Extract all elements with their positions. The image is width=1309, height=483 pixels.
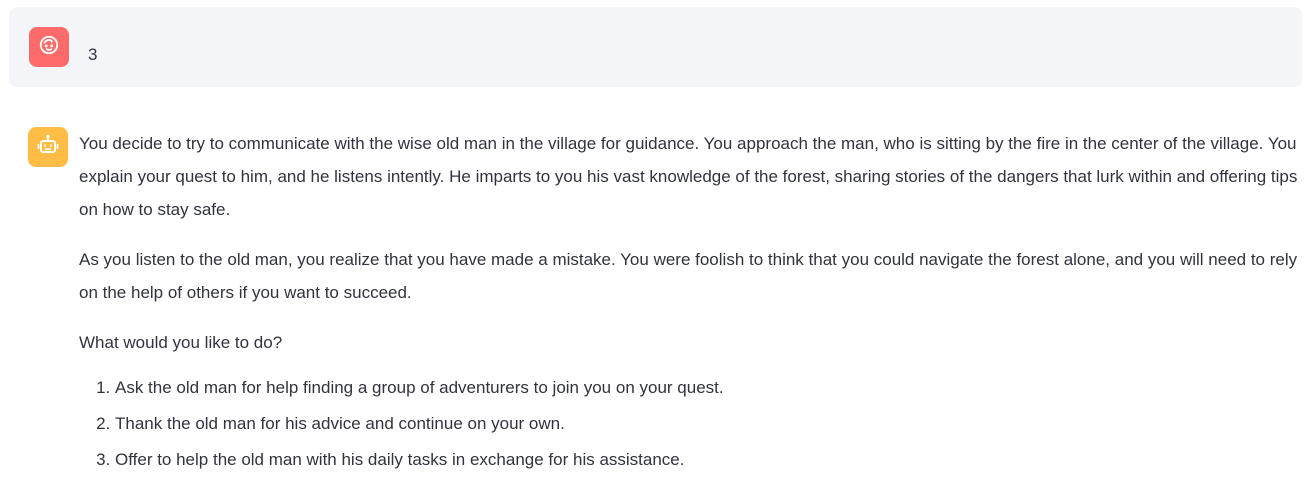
user-message: 3: [9, 7, 1302, 87]
option-item: Thank the old man for his advice and con…: [115, 412, 1301, 436]
user-face-icon: [38, 34, 60, 61]
chat-container: 3 You decide to try to communicate with …: [0, 0, 1309, 483]
assistant-avatar: [28, 127, 68, 167]
assistant-message: You decide to try to communicate with th…: [79, 127, 1301, 483]
options-list: Ask the old man for help finding a group…: [79, 376, 1301, 472]
robot-icon: [36, 133, 60, 162]
option-item: Ask the old man for help finding a group…: [115, 376, 1301, 400]
user-avatar: [29, 27, 69, 67]
option-item: Offer to help the old man with his daily…: [115, 448, 1301, 472]
assistant-paragraph: What would you like to do?: [79, 333, 283, 352]
assistant-paragraph: As you listen to the old man, you realiz…: [79, 250, 1298, 302]
assistant-paragraph: You decide to try to communicate with th…: [79, 134, 1298, 219]
user-message-text: 3: [88, 45, 98, 64]
